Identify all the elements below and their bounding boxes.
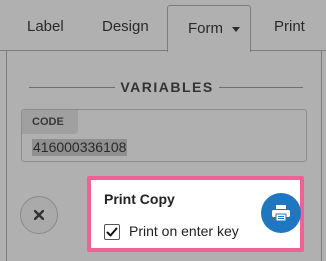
tab-print[interactable]: Print <box>274 18 305 35</box>
print-copy-popup: Print Copy Print on enter key <box>87 176 304 252</box>
print-button[interactable] <box>261 193 301 233</box>
heading-rule-right <box>219 87 303 88</box>
printer-icon <box>272 205 290 221</box>
tab-label[interactable]: Label <box>27 18 64 35</box>
tab-form[interactable]: Form <box>167 5 251 52</box>
code-field-value[interactable]: 416000336108 <box>32 139 128 156</box>
clear-button[interactable] <box>20 196 58 234</box>
tab-bar: Label Design Form Print <box>0 0 326 52</box>
popup-title: Print Copy <box>104 191 175 207</box>
code-field-label: CODE <box>22 110 78 134</box>
tab-design[interactable]: Design <box>102 18 149 35</box>
close-icon <box>34 210 44 220</box>
checkmark-icon <box>106 227 118 237</box>
code-field[interactable]: CODE 416000336108 <box>21 109 307 162</box>
variables-heading: VARIABLES <box>7 79 321 95</box>
print-on-enter-label[interactable]: Print on enter key <box>129 223 239 239</box>
chevron-down-icon[interactable] <box>232 27 240 32</box>
variables-title: VARIABLES <box>120 79 214 95</box>
tab-form-label: Form <box>188 20 223 37</box>
print-on-enter-checkbox[interactable] <box>104 224 120 240</box>
heading-rule-left <box>29 87 115 88</box>
